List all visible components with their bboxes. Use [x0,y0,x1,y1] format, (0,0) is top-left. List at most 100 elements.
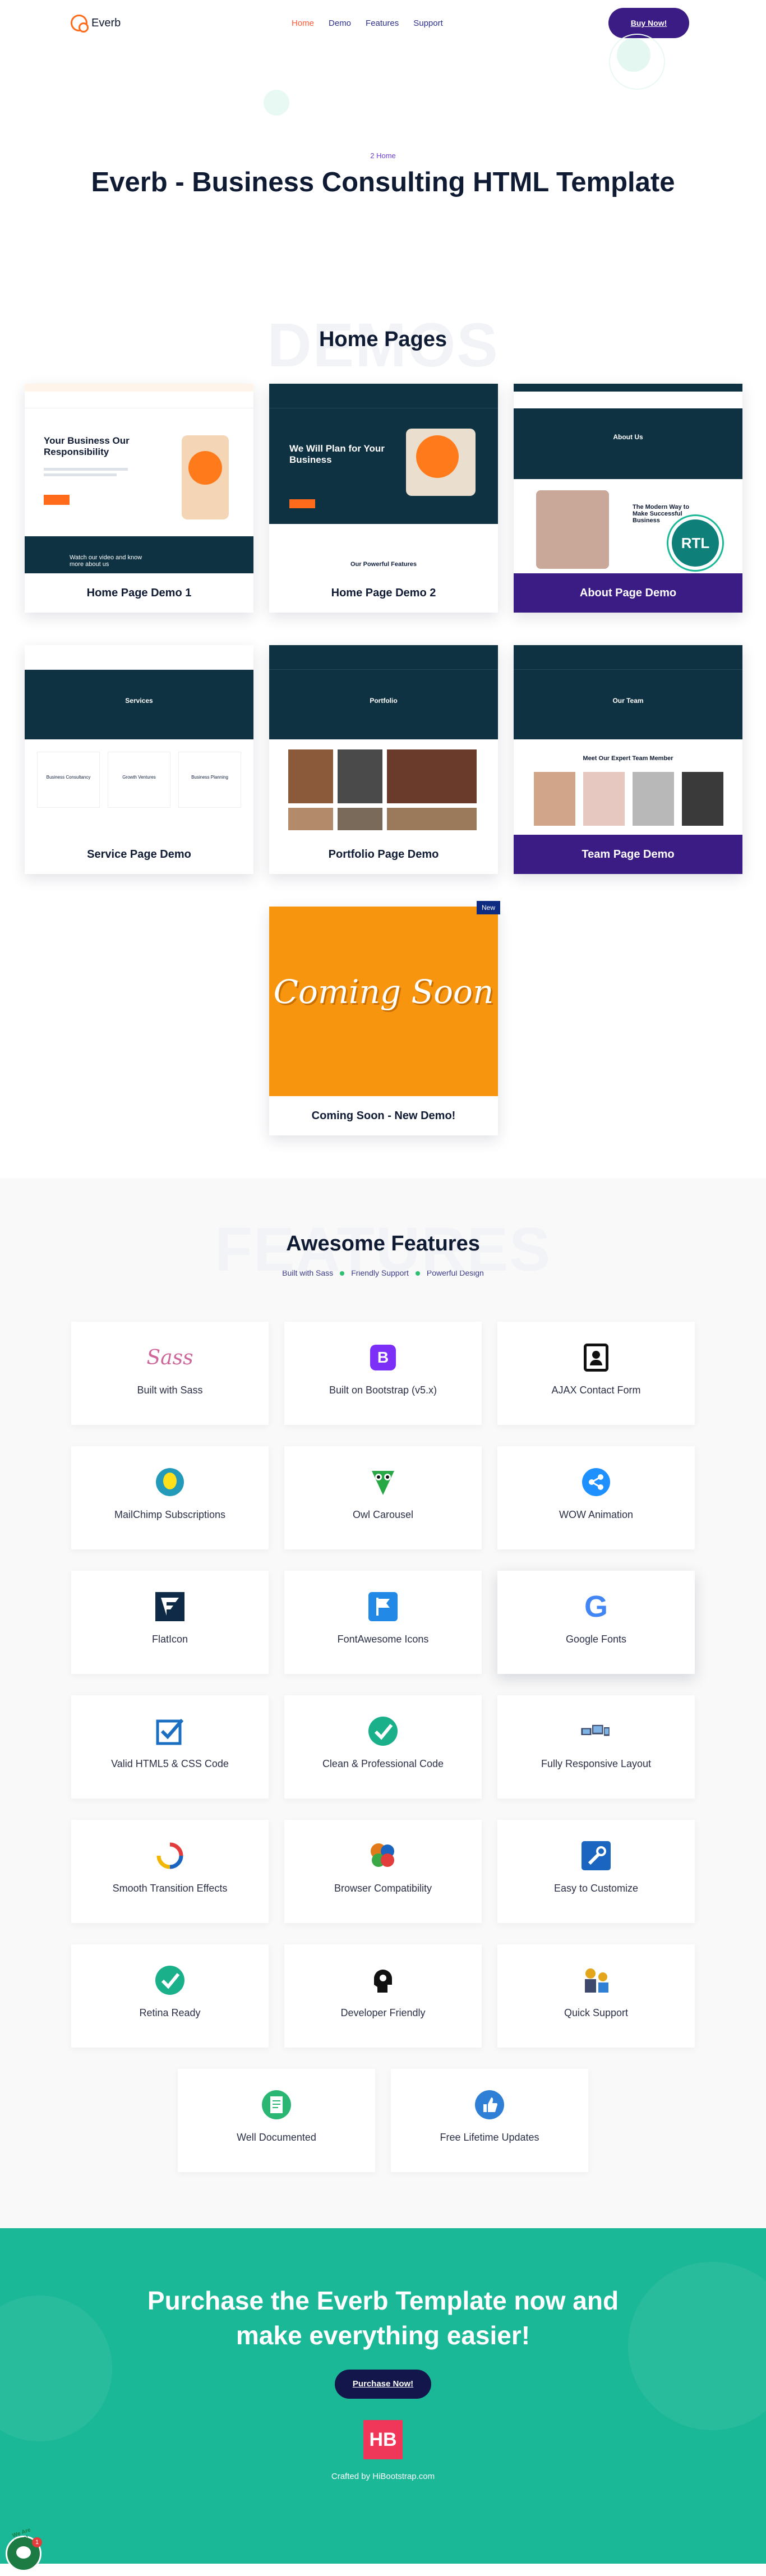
bootstrap-icon: B [367,1342,399,1373]
features-section: FEATURES Awesome Features Built with Sas… [0,1178,766,2228]
hibootstrap-logo[interactable]: HB [363,2420,403,2459]
demo-screenshot: Your Business Our Responsibility Watch o… [25,384,253,573]
coming-soon-lettering: Coming Soon [273,973,494,1011]
swirl-icon [154,1840,186,1871]
devices-icon [580,1715,612,1747]
chat-bubble-icon [16,2546,31,2559]
demo-subtext: Watch our video and know more about us [70,554,142,568]
demo-caption: Home Page Demo 1 [86,587,192,599]
demo-caption: Service Page Demo [87,848,191,861]
breadcrumb: 2 Home [370,151,396,160]
feature-card: Clean & Professional Code [284,1695,482,1798]
demo-card-portfolio[interactable]: Portfolio Portfolio Page Demo [269,645,498,874]
demo-card-service[interactable]: Services Business Consultancy Growth Ven… [25,645,253,874]
coming-soon-art: Coming Soon [269,907,498,1096]
demo-card-home-1[interactable]: Your Business Our Responsibility Watch o… [25,384,253,613]
feature-label: Well Documented [237,2132,316,2143]
demo-screenshot: Services Business Consultancy Growth Ven… [25,645,253,835]
feature-label: Developer Friendly [340,2007,426,2018]
feature-card: Free Lifetime Updates [391,2069,588,2172]
demo-screenshot: Our Team Meet Our Expert Team Member [514,645,742,835]
feature-card: Well Documented [178,2069,375,2172]
feature-label: WOW Animation [559,1509,634,1520]
feature-card: Browser Compatibility [284,1820,482,1923]
demo-item: Business Consultancy [37,752,100,808]
demo-card-coming-soon[interactable]: Coming Soon Coming Soon - New Demo! New [269,901,500,1135]
demo-caption: Coming Soon - New Demo! [311,1110,456,1122]
owl-icon [367,1466,399,1498]
feature-card: G Google Fonts [497,1571,695,1674]
feature-label: AJAX Contact Form [551,1384,641,1396]
demo-card-about[interactable]: About Us The Modern Way to Make Successf… [514,384,742,613]
purchase-now-button[interactable]: Purchase Now! [335,2370,431,2399]
demo-card-home-2[interactable]: We Will Plan for Your Business Our Power… [269,384,498,613]
feature-card: Quick Support [497,1944,695,2048]
check-circle-icon [154,1965,186,1996]
feature-label: Retina Ready [139,2007,201,2018]
contact-card-icon [580,1342,612,1373]
feature-label: FlatIcon [151,1634,188,1645]
feature-label: MailChimp Subscriptions [114,1509,226,1520]
demo-caption: About Page Demo [514,573,742,613]
demo-card-team[interactable]: Our Team Meet Our Expert Team Member Tea… [514,645,742,874]
feature-card: MailChimp Subscriptions [71,1446,269,1549]
demo-caption: Portfolio Page Demo [328,848,439,861]
hero: 2 Home Everb - Business Consulting HTML … [0,0,766,247]
cta-line-1: Purchase the Everb Template now and [147,2286,619,2315]
home-pages-section: DEMOS Home Pages Your Business Our Respo… [0,247,766,1178]
wrench-icon [580,1840,612,1871]
feature-card: Valid HTML5 & CSS Code [71,1695,269,1798]
demo-headline: Your Business Our Responsibility [44,435,130,457]
feature-card: Fully Responsive Layout [497,1695,695,1798]
mailchimp-icon [154,1466,186,1498]
feature-card: WOW Animation [497,1446,695,1549]
feature-label: Quick Support [564,2007,629,2018]
document-icon [261,2089,292,2120]
cta-line-2: make everything easier! [236,2321,530,2350]
feature-card: Retina Ready [71,1944,269,2048]
demo-item: Growth Ventures [108,752,170,808]
page-title: Everb - Business Consulting HTML Templat… [91,167,675,197]
feature-label: Smooth Transition Effects [112,1883,228,1894]
chat-widget-button[interactable]: We Are Here! 1 [6,2527,42,2572]
head-icon [367,1965,399,1996]
demo-screenshot: Portfolio [269,645,498,835]
feature-card: Easy to Customize [497,1820,695,1923]
feature-label: Fully Responsive Layout [541,1758,652,1769]
demo-caption: Home Page Demo 2 [331,587,436,599]
flag-icon [367,1591,399,1622]
browsers-icon [367,1840,399,1871]
chat-unread-badge: 1 [32,2537,42,2547]
feature-label: Google Fonts [565,1634,627,1645]
demo-headline: Portfolio [370,697,398,705]
feature-label: Built with Sass [137,1384,203,1396]
feature-card: AJAX Contact Form [497,1322,695,1425]
feature-label: Built on Bootstrap (v5.x) [329,1384,437,1396]
feature-card: Smooth Transition Effects [71,1820,269,1923]
demo-subtext: Our Powerful Features [350,561,417,568]
sass-icon: Sass [146,1346,193,1369]
google-icon: G [584,1590,608,1623]
feature-label: Valid HTML5 & CSS Code [111,1758,229,1769]
feature-label: Free Lifetime Updates [440,2132,539,2143]
demo-headline: We Will Plan for Your Business [289,443,385,465]
feature-card: Sass Built with Sass [71,1322,269,1425]
crafted-by[interactable]: Crafted by HiBootstrap.com [0,2472,766,2481]
section-title: Awesome Features [286,1232,480,1255]
feature-card: B Built on Bootstrap (v5.x) [284,1322,482,1425]
feature-label: Owl Carousel [352,1509,414,1520]
flaticon-icon [154,1591,186,1622]
home-pages-heading: DEMOS Home Pages [0,247,766,380]
features-heading: FEATURES Awesome Features [0,1178,766,1284]
rtl-badge: RTL [668,516,722,570]
feature-label: Clean & Professional Code [322,1758,444,1769]
cta-title: Purchase the Everb Template now and make … [0,2228,766,2353]
purchase-cta: Purchase the Everb Template now and make … [0,2228,766,2564]
section-title: Home Pages [319,328,447,351]
demo-headline: Services [125,697,153,705]
demo-subtext: Meet Our Expert Team Member [583,755,673,762]
demo-headline: Our Team [612,697,644,705]
demo-screenshot: We Will Plan for Your Business Our Power… [269,384,498,573]
demo-screenshot: About Us The Modern Way to Make Successf… [514,384,742,573]
feature-card: Developer Friendly [284,1944,482,2048]
